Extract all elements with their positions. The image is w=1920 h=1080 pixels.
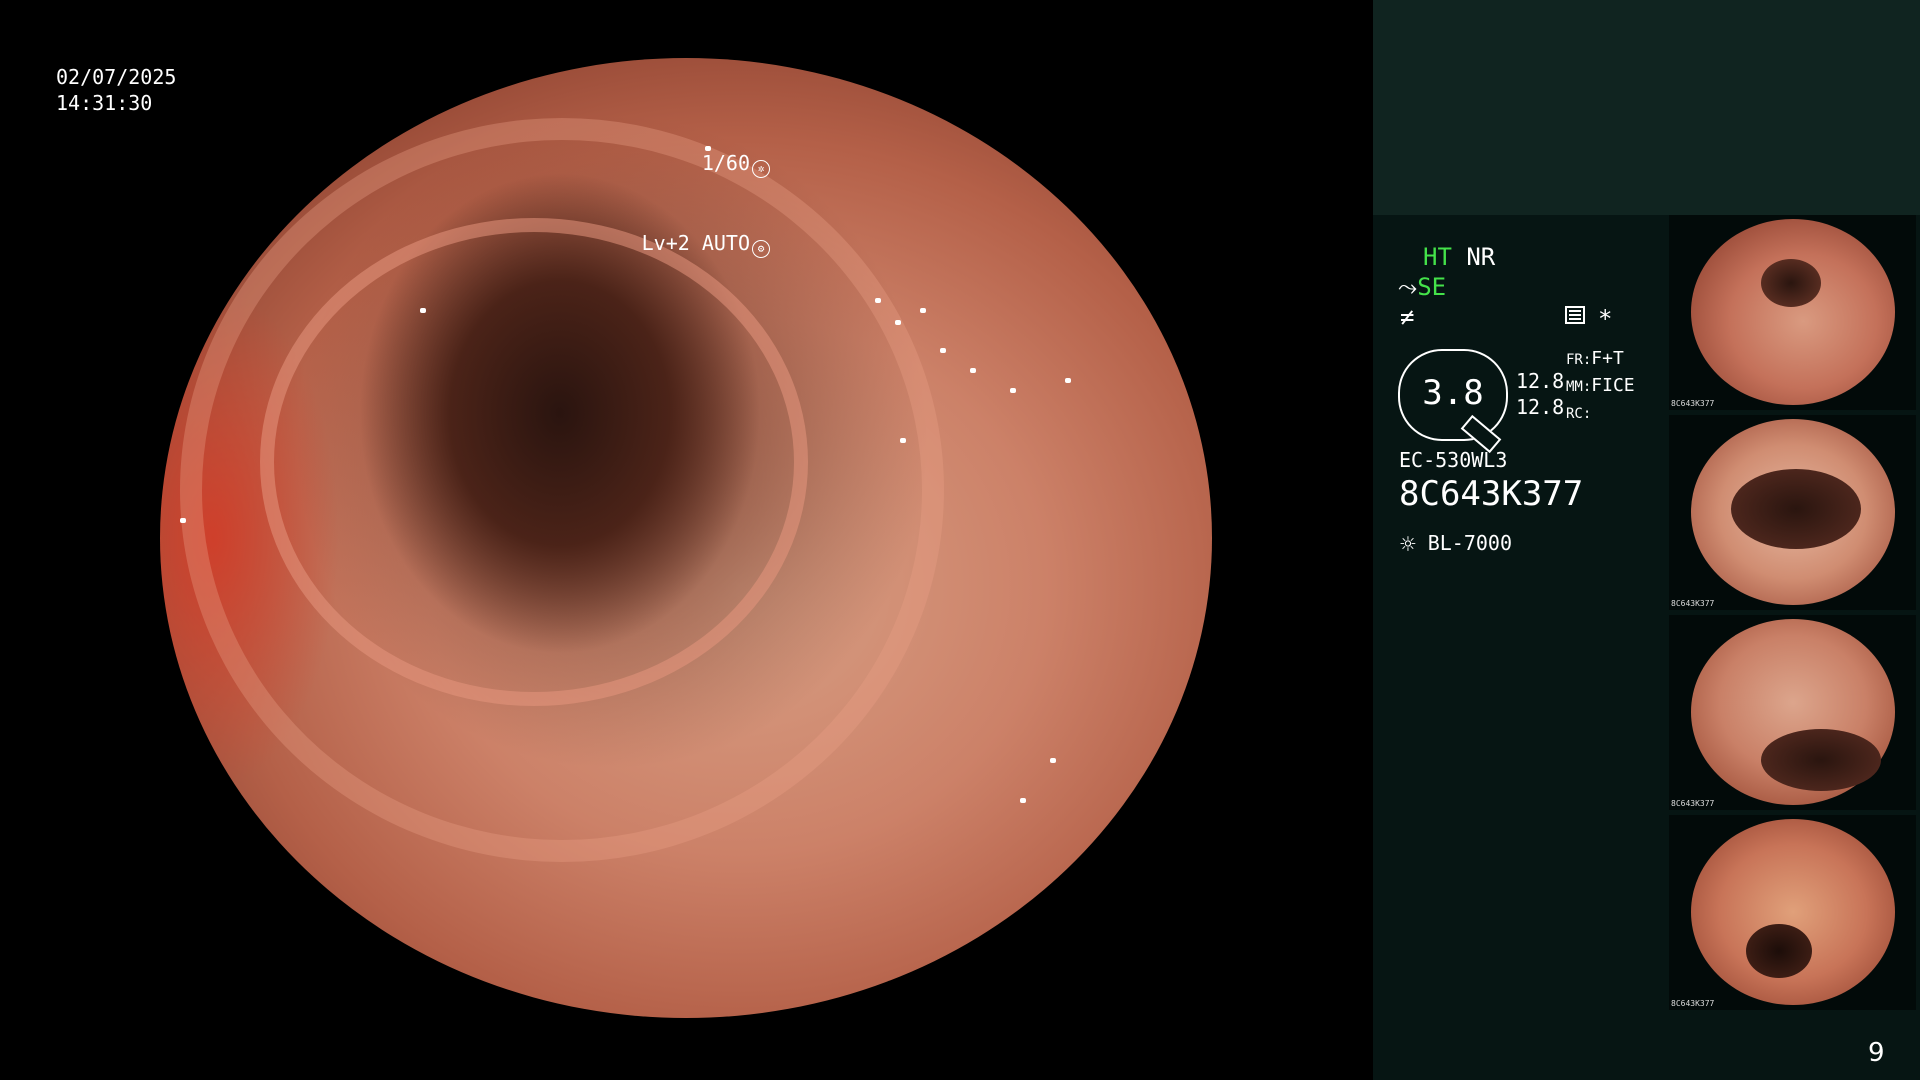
slash-symbol: ≠ (1400, 303, 1415, 331)
specular-highlight (920, 308, 926, 313)
thumbnail-serial-tag: 8C643K377 (1671, 399, 1715, 408)
time-text: 14:31:30 (56, 91, 153, 115)
capture-thumbnail-3[interactable]: 8C643K377 (1669, 615, 1916, 810)
thumbnail-image (1691, 219, 1895, 405)
specular-highlight (1020, 798, 1026, 803)
mode-settings: FR:F+T MM:FICE RC: (1566, 346, 1635, 427)
iris-icon: ⚙ (752, 240, 770, 258)
zoom-value-2: 12.8 (1516, 395, 1565, 419)
scope-model: EC-530WL3 (1399, 448, 1508, 472)
thumbnail-image (1691, 619, 1895, 805)
specular-highlight (970, 368, 976, 373)
lumen (1746, 924, 1812, 978)
asterisk-indicator: * (1598, 305, 1613, 333)
specular-highlight (875, 298, 881, 303)
nr-label: NR (1466, 243, 1496, 271)
thumbnail-serial-tag: 8C643K377 (1671, 799, 1715, 808)
ht-label: HT (1423, 243, 1452, 271)
specular-highlight (180, 518, 186, 523)
thumbnail-serial-tag: 8C643K377 (1671, 599, 1715, 608)
page-number: 9 (1868, 1038, 1885, 1068)
gauge-value: 3.8 (1422, 373, 1484, 413)
thumbnail-image (1691, 419, 1895, 605)
capture-thumbnail-4[interactable]: 8C643K377 (1669, 815, 1916, 1010)
gauge-display: 3.8 (1398, 349, 1508, 454)
zoom-value-1: 12.8 (1516, 369, 1565, 393)
specular-highlight (1010, 388, 1016, 393)
thumbnail-serial-tag: 8C643K377 (1671, 999, 1715, 1008)
main-endoscope-view: 02/07/2025 14:31:30 1/60 ✲ Lv+2 AUTO ⚙ (0, 0, 1372, 1080)
iris-mode-text: Lv+2 AUTO (641, 231, 750, 255)
capture-thumbnail-2[interactable]: 8C643K377 (1669, 415, 1916, 610)
fr-value: F+T (1591, 348, 1624, 369)
shutter-speed-text: 1/60 (701, 151, 750, 175)
lumen (1761, 729, 1881, 791)
specular-highlight (350, 978, 356, 983)
rc-label: RC: (1566, 406, 1592, 422)
date-time-display: 02/07/2025 14:31:30 (56, 64, 176, 116)
thumbnail-image (1691, 819, 1895, 1005)
se-prefix-icon: ⤳ (1398, 273, 1418, 301)
mm-label: MM: (1566, 379, 1592, 395)
se-label: SE (1417, 273, 1447, 301)
menu-icon (1565, 306, 1585, 324)
lumen (1761, 259, 1821, 307)
shutter-icon: ✲ (752, 160, 770, 178)
specular-highlight (940, 348, 946, 353)
specular-highlight (895, 320, 901, 325)
exposure-display: 1/60 ✲ Lv+2 AUTO ⚙ (642, 98, 770, 310)
mucosal-fold-outer (180, 118, 944, 862)
specular-highlight (1065, 378, 1071, 383)
fr-label: FR: (1566, 352, 1592, 368)
scope-serial: 8C643K377 (1399, 474, 1584, 514)
lumen (1731, 469, 1861, 549)
light-source-text: BL-7000 (1427, 531, 1512, 555)
sun-icon: ☼ (1400, 530, 1416, 560)
date-text: 02/07/2025 (56, 65, 177, 89)
specular-highlight (1050, 758, 1056, 763)
mm-value: FICE (1591, 375, 1635, 396)
light-source-display: ☼ BL-7000 (1400, 530, 1512, 560)
se-indicator: ⤳SE (1398, 272, 1446, 302)
side-panel-header (1373, 0, 1920, 215)
specular-highlight (900, 438, 906, 443)
zoom-values: 12.8 12.8 (1516, 368, 1564, 420)
ht-nr-indicator: HT NR (1423, 242, 1495, 272)
specular-highlight (420, 308, 426, 313)
capture-thumbnail-1[interactable]: 8C643K377 (1669, 215, 1916, 410)
